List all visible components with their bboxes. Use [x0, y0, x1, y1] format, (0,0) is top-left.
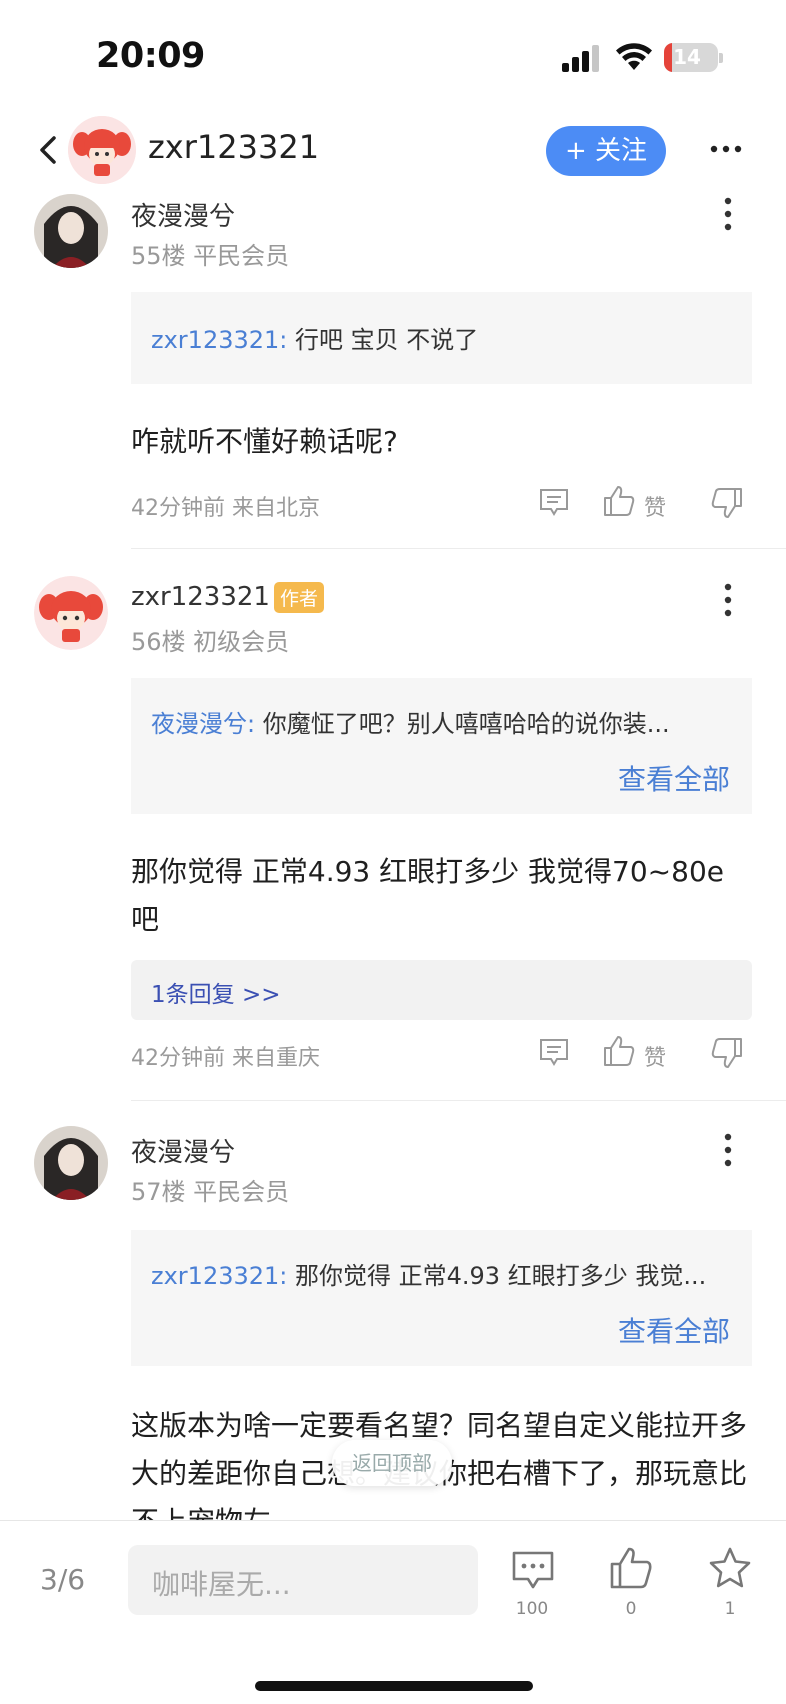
clock: 20:09: [96, 36, 205, 76]
quote-text: 那你觉得 正常4.93 红眼打多少 我觉...: [287, 1262, 707, 1290]
battery-level: 14: [673, 45, 701, 69]
like-icon[interactable]: [602, 484, 636, 518]
bottom-toolbar: 3/6 咖啡屋无... 100 0 1: [0, 1520, 786, 1704]
sub-reply-count: 1条回复 >>: [151, 982, 281, 1008]
wifi-icon: [616, 43, 652, 70]
favorite-count: 1: [724, 1599, 736, 1619]
avatar[interactable]: [68, 116, 136, 184]
more-icon[interactable]: [714, 582, 742, 618]
quoted-reply[interactable]: 夜漫漫兮: 你魔怔了吧？别人嘻嘻哈哈的说你装... 查看全部: [131, 678, 752, 814]
avatar[interactable]: [34, 1126, 108, 1200]
page-indicator[interactable]: 3/6: [40, 1563, 85, 1596]
dislike-icon[interactable]: [710, 1036, 744, 1070]
username[interactable]: 夜漫漫兮: [131, 196, 235, 233]
cellular-signal-icon: [562, 44, 602, 72]
reply-input-placeholder: 咖啡屋无...: [152, 1568, 291, 1601]
username[interactable]: zxr123321: [131, 582, 270, 612]
post-body: 那你觉得 正常4.93 红眼打多少 我觉得70~80e吧: [131, 855, 724, 936]
thread-author-name[interactable]: zxr123321: [148, 128, 319, 166]
more-icon[interactable]: [714, 196, 742, 232]
comment-icon[interactable]: [510, 1547, 556, 1593]
like-icon[interactable]: [608, 1545, 654, 1591]
reply-post: zxr123321 作者 56楼 初级会员 夜漫漫兮: 你魔怔了吧？别人嘻嘻哈哈…: [0, 552, 786, 1104]
comment-count: 100: [515, 1599, 549, 1619]
reply-input[interactable]: 咖啡屋无...: [128, 1545, 478, 1615]
dislike-icon[interactable]: [710, 486, 744, 520]
author-badge: 作者: [274, 582, 325, 613]
quote-text: 你魔怔了吧？别人嘻嘻哈哈的说你装...: [255, 710, 670, 738]
like-icon[interactable]: [602, 1034, 636, 1068]
divider: [131, 548, 786, 549]
post-meta: 42分钟前 来自重庆: [131, 1046, 320, 1071]
star-icon[interactable]: [707, 1545, 753, 1591]
floor-info: 55楼 平民会员: [131, 242, 290, 270]
see-all-link[interactable]: 查看全部: [618, 1310, 730, 1350]
comment-icon[interactable]: [538, 486, 570, 518]
quote-text: 行吧 宝贝 不说了: [287, 326, 479, 354]
battery-icon: 14: [664, 43, 718, 72]
avatar[interactable]: [34, 576, 108, 650]
more-icon[interactable]: [714, 1132, 742, 1168]
post-body: 咋就听不懂好赖话呢?: [131, 425, 398, 458]
quoted-reply[interactable]: zxr123321: 那你觉得 正常4.93 红眼打多少 我觉... 查看全部: [131, 1230, 752, 1366]
sub-replies-link[interactable]: 1条回复 >>: [131, 960, 752, 1020]
follow-button[interactable]: + 关注: [546, 126, 666, 176]
like-count: 0: [625, 1599, 637, 1619]
quote-username[interactable]: zxr123321:: [151, 326, 287, 354]
battery-cap: [719, 53, 723, 63]
floor-info: 56楼 初级会员: [131, 628, 290, 656]
divider: [131, 1100, 786, 1101]
like-label[interactable]: 赞: [644, 490, 666, 522]
quote-line: zxr123321: 那你觉得 正常4.93 红眼打多少 我觉...: [151, 1256, 732, 1291]
username[interactable]: 夜漫漫兮: [131, 1132, 235, 1169]
thread-header: zxr123321 + 关注: [0, 112, 786, 192]
comment-icon[interactable]: [538, 1036, 570, 1068]
back-to-top-button[interactable]: 返回顶部: [332, 1440, 452, 1486]
floor-info: 57楼 平民会员: [131, 1178, 290, 1206]
home-indicator[interactable]: [255, 1681, 533, 1691]
back-icon[interactable]: [36, 134, 60, 166]
status-bar: 20:09 14: [0, 0, 786, 110]
quote-username[interactable]: zxr123321:: [151, 1262, 287, 1290]
like-label[interactable]: 赞: [644, 1040, 666, 1072]
quote-username[interactable]: 夜漫漫兮:: [151, 710, 255, 738]
quote-line: zxr123321: 行吧 宝贝 不说了: [151, 320, 732, 355]
avatar[interactable]: [34, 194, 108, 268]
quoted-reply[interactable]: zxr123321: 行吧 宝贝 不说了: [131, 292, 752, 384]
quote-line: 夜漫漫兮: 你魔怔了吧？别人嘻嘻哈哈的说你装...: [151, 704, 732, 739]
post-meta: 42分钟前 来自北京: [131, 496, 320, 521]
see-all-link[interactable]: 查看全部: [618, 758, 730, 798]
more-icon[interactable]: [708, 134, 744, 164]
reply-post: 夜漫漫兮 55楼 平民会员 zxr123321: 行吧 宝贝 不说了 咋就听不懂…: [0, 192, 786, 552]
